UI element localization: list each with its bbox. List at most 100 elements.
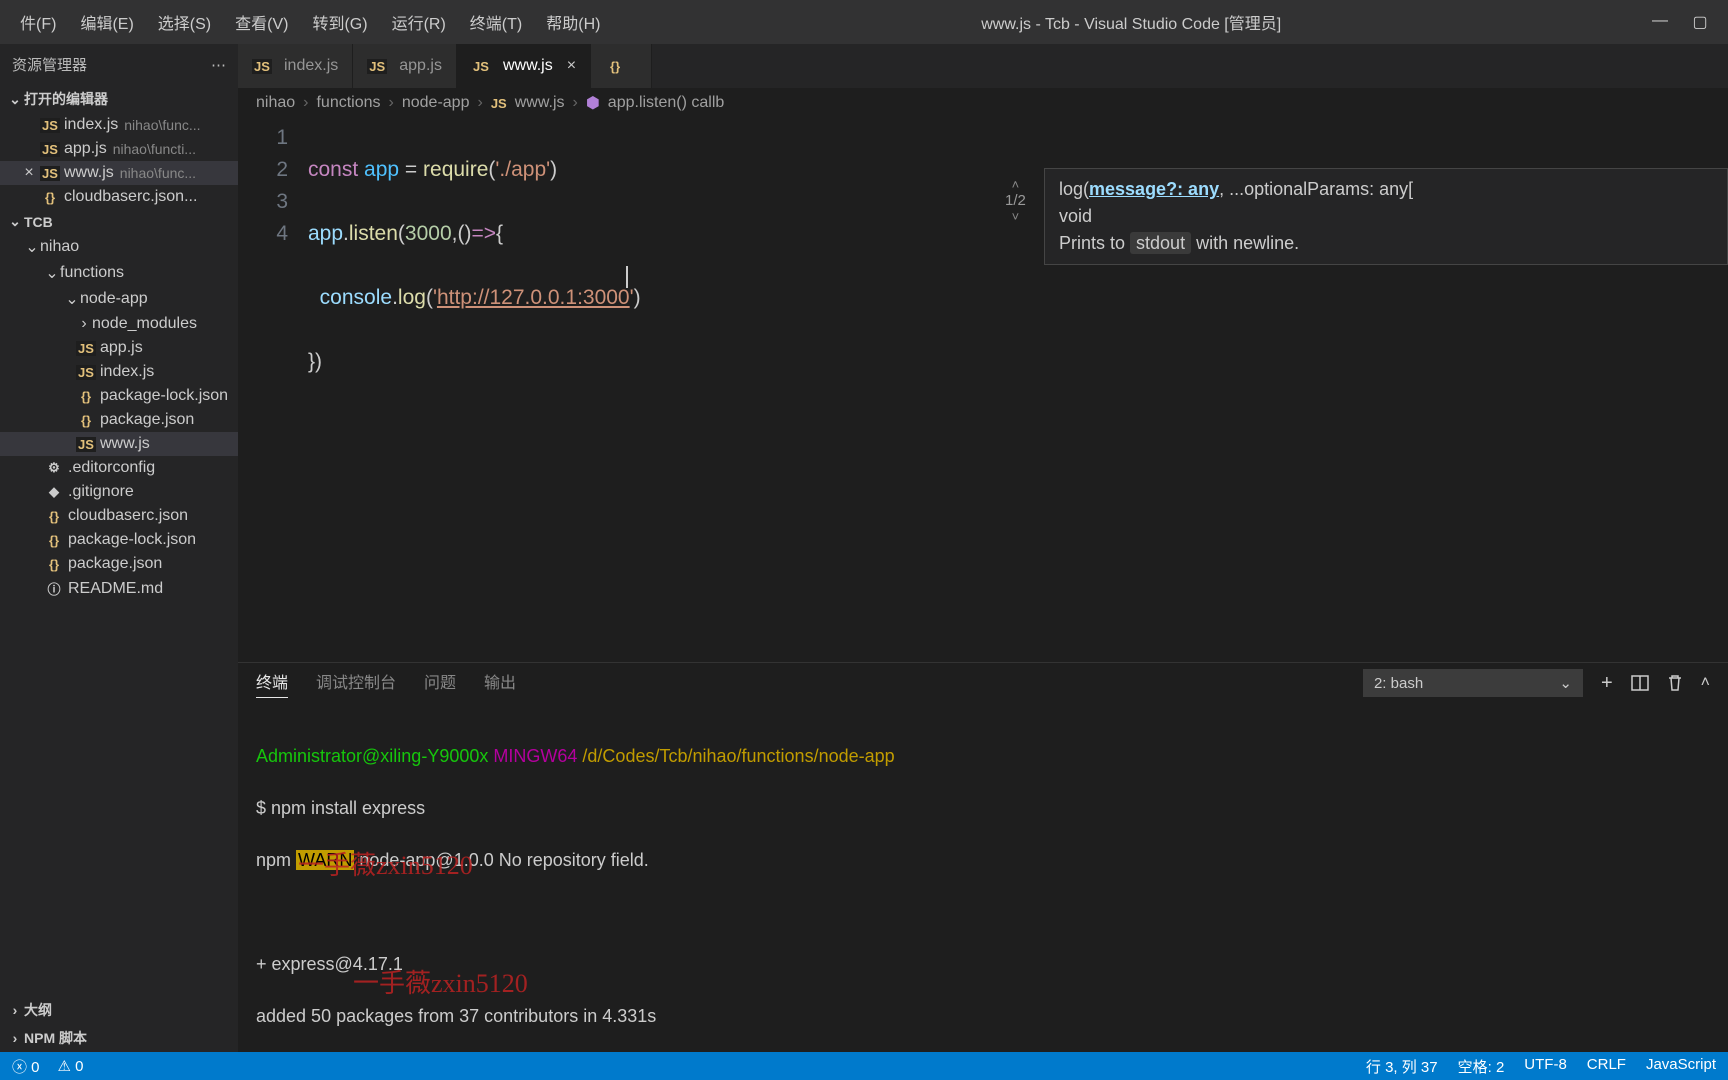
status-indent[interactable]: 空格: 2 bbox=[1458, 1056, 1505, 1077]
minimize-icon[interactable]: — bbox=[1650, 12, 1670, 32]
json-icon: {} bbox=[605, 59, 625, 74]
tree-file[interactable]: {}package-lock.json bbox=[0, 528, 238, 552]
open-editor-item[interactable]: × {} cloudbaserc.json... bbox=[0, 185, 238, 209]
status-language[interactable]: JavaScript bbox=[1646, 1056, 1716, 1077]
chevron-down-icon[interactable]: ˅ bbox=[1012, 209, 1020, 224]
file-type-icon: ⚙ bbox=[44, 460, 64, 476]
menu-go[interactable]: 转到(G) bbox=[300, 0, 379, 44]
tree-file[interactable]: JSapp.js bbox=[0, 336, 238, 360]
split-terminal-icon[interactable] bbox=[1631, 674, 1649, 692]
close-icon[interactable]: × bbox=[18, 164, 40, 182]
text-cursor bbox=[626, 266, 628, 288]
window-controls: — ▢ bbox=[1650, 12, 1720, 32]
menu-run[interactable]: 运行(R) bbox=[380, 0, 458, 44]
file-type-icon: JS bbox=[76, 437, 96, 452]
tree-file[interactable]: ⚙.editorconfig bbox=[0, 456, 238, 480]
breadcrumb-item[interactable]: nihao bbox=[256, 94, 295, 112]
menu-edit[interactable]: 编辑(E) bbox=[68, 0, 145, 44]
file-name: www.js bbox=[100, 435, 150, 453]
maximize-icon[interactable]: ▢ bbox=[1690, 12, 1710, 32]
js-icon: JS bbox=[40, 166, 60, 181]
tree-file[interactable]: {}cloudbaserc.json bbox=[0, 504, 238, 528]
chevron-down-icon: ⌄ bbox=[6, 213, 24, 230]
more-icon[interactable]: ⋯ bbox=[211, 56, 226, 74]
menu-selection[interactable]: 选择(S) bbox=[146, 0, 223, 44]
editor-tabs: JS index.js JS app.js JS www.js × {} bbox=[238, 44, 1728, 88]
folder-name: node_modules bbox=[92, 315, 197, 333]
menu-terminal[interactable]: 终端(T) bbox=[458, 0, 534, 44]
open-editor-item[interactable]: × JS app.js nihao\functi... bbox=[0, 137, 238, 161]
tab-label: index.js bbox=[284, 57, 338, 75]
status-line-col[interactable]: 行 3, 列 37 bbox=[1366, 1056, 1438, 1077]
breadcrumb-item[interactable]: node-app bbox=[402, 94, 470, 112]
terminal-selector[interactable]: 2: bash ⌄ bbox=[1363, 669, 1583, 697]
file-name: app.js bbox=[64, 140, 107, 158]
tree-file[interactable]: {}package-lock.json bbox=[0, 384, 238, 408]
chevron-right-icon: › bbox=[6, 1002, 24, 1018]
file-name: .gitignore bbox=[68, 483, 134, 501]
tree-folder[interactable]: ⌄node-app bbox=[0, 286, 238, 312]
json-icon: {} bbox=[40, 190, 60, 205]
status-encoding[interactable]: UTF-8 bbox=[1524, 1056, 1567, 1077]
window-title: www.js - Tcb - Visual Studio Code [管理员] bbox=[612, 10, 1650, 34]
file-type-icon: JS bbox=[76, 341, 96, 356]
bottom-panel: 终端 调试控制台 问题 输出 2: bash ⌄ + bbox=[238, 662, 1728, 1052]
signature-help-tooltip: ˄ 1/2 ˅ log(message?: any, ...optionalPa… bbox=[1044, 168, 1728, 265]
editor-tab[interactable]: JS index.js bbox=[238, 44, 353, 88]
menu-help[interactable]: 帮助(H) bbox=[534, 0, 612, 44]
tree-file[interactable]: JSindex.js bbox=[0, 360, 238, 384]
section-outline[interactable]: › 大纲 bbox=[0, 996, 238, 1024]
chevron-down-icon: ⌄ bbox=[64, 289, 80, 309]
tree-file[interactable]: ⓘREADME.md bbox=[0, 576, 238, 601]
section-open-editors[interactable]: ⌄ 打开的编辑器 bbox=[0, 85, 238, 113]
editor-tab[interactable]: {} bbox=[591, 44, 652, 88]
menu-file[interactable]: 件(F) bbox=[8, 0, 68, 44]
terminal-body[interactable]: Administrator@xiling-Y9000x MINGW64 /d/C… bbox=[238, 703, 1728, 1052]
tree-folder[interactable]: ⌄nihao bbox=[0, 234, 238, 260]
breadcrumb[interactable]: nihao› functions› node-app› JS www.js› ⬢… bbox=[238, 88, 1728, 118]
open-editor-item[interactable]: × JS www.js nihao\func... bbox=[0, 161, 238, 185]
new-terminal-icon[interactable]: + bbox=[1601, 672, 1613, 695]
status-warnings[interactable]: ⚠ 0 bbox=[58, 1057, 84, 1075]
tree-file[interactable]: ◆.gitignore bbox=[0, 480, 238, 504]
breadcrumb-item[interactable]: app.listen() callb bbox=[608, 94, 725, 112]
editor-tab[interactable]: JS www.js × bbox=[457, 44, 591, 88]
chevron-up-icon[interactable]: ˄ bbox=[1701, 674, 1710, 692]
file-name: www.js bbox=[64, 164, 114, 182]
section-tcb[interactable]: ⌄ TCB bbox=[0, 209, 238, 234]
tree-file[interactable]: {}package.json bbox=[0, 408, 238, 432]
explorer-header: 资源管理器 ⋯ bbox=[0, 44, 238, 85]
file-name: package-lock.json bbox=[68, 531, 196, 549]
tab-problems[interactable]: 问题 bbox=[424, 669, 456, 697]
tree-folder[interactable]: ›node_modules bbox=[0, 312, 238, 336]
status-eol[interactable]: CRLF bbox=[1587, 1056, 1626, 1077]
close-icon[interactable]: × bbox=[567, 57, 576, 75]
menu-view[interactable]: 查看(V) bbox=[223, 0, 300, 44]
file-name: package.json bbox=[68, 555, 162, 573]
file-type-icon: {} bbox=[76, 413, 96, 428]
tree-file[interactable]: JS www.js bbox=[0, 432, 238, 456]
method-icon: ⬢ bbox=[586, 93, 600, 113]
file-name: index.js bbox=[100, 363, 154, 381]
file-name: cloudbaserc.json... bbox=[64, 188, 197, 206]
chevron-up-icon[interactable]: ˄ bbox=[1012, 177, 1020, 192]
js-icon: JS bbox=[491, 96, 507, 111]
tab-output[interactable]: 输出 bbox=[484, 669, 516, 697]
chevron-down-icon: ⌄ bbox=[24, 237, 40, 257]
tree-file[interactable]: {}package.json bbox=[0, 552, 238, 576]
tab-terminal[interactable]: 终端 bbox=[256, 669, 288, 698]
section-npm-scripts[interactable]: › NPM 脚本 bbox=[0, 1024, 238, 1052]
editor-tab[interactable]: JS app.js bbox=[353, 44, 457, 88]
breadcrumb-item[interactable]: functions bbox=[316, 94, 380, 112]
tab-label: app.js bbox=[399, 57, 442, 75]
tab-debug-console[interactable]: 调试控制台 bbox=[316, 669, 396, 697]
tree-folder[interactable]: ⌄functions bbox=[0, 260, 238, 286]
status-errors[interactable]: ⓧ 0 bbox=[12, 1056, 40, 1077]
file-path-hint: nihao\func... bbox=[120, 165, 196, 181]
signature-return: void bbox=[1059, 206, 1713, 227]
breadcrumb-item[interactable]: www.js bbox=[515, 94, 565, 112]
file-path-hint: nihao\functi... bbox=[113, 141, 196, 157]
open-editor-item[interactable]: × JS index.js nihao\func... bbox=[0, 113, 238, 137]
file-path-hint: nihao\func... bbox=[124, 117, 200, 133]
trash-icon[interactable] bbox=[1667, 674, 1683, 692]
